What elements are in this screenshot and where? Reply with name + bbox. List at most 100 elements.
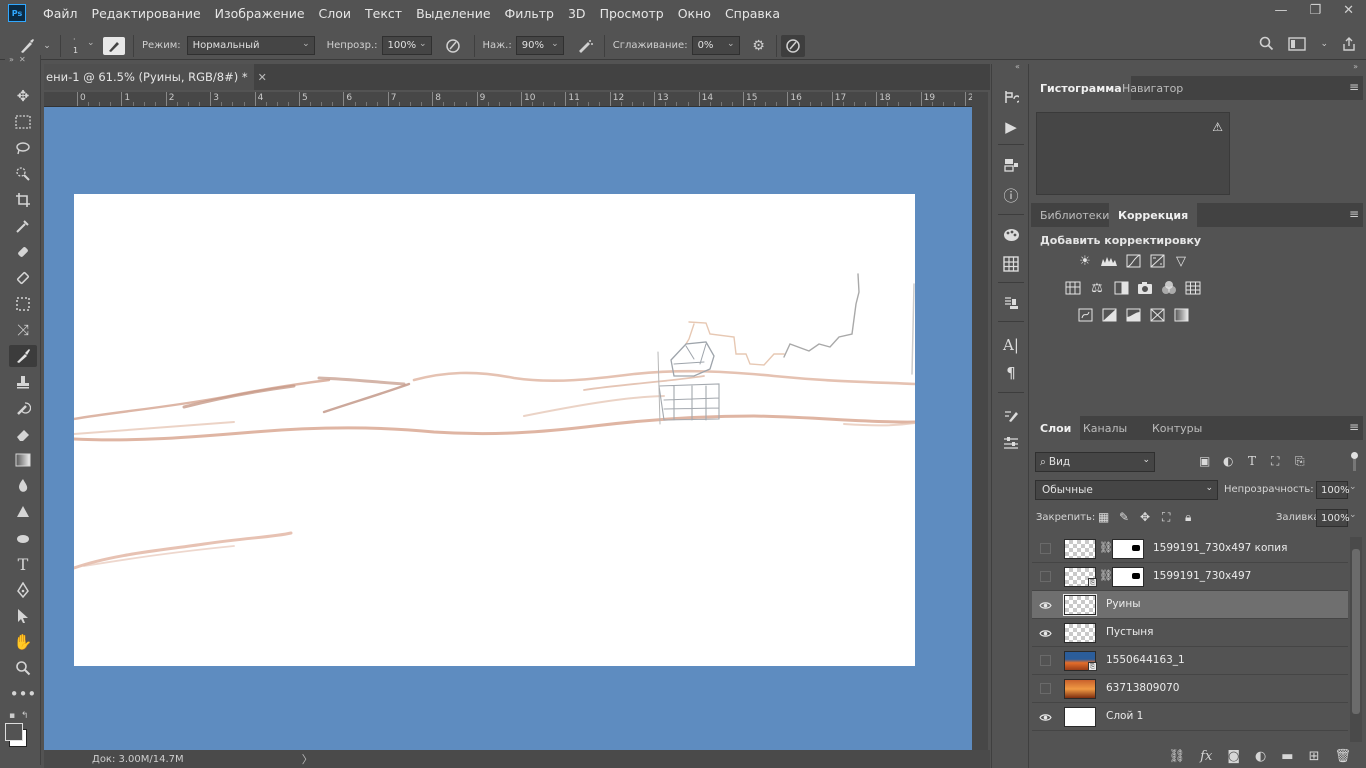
fill-field[interactable]: 100% bbox=[1316, 509, 1350, 527]
visibility-toggle[interactable] bbox=[1040, 683, 1051, 694]
healing-icon[interactable] bbox=[9, 241, 37, 263]
brush-preset-icon[interactable] bbox=[12, 37, 42, 55]
clone-source-icon[interactable] bbox=[998, 292, 1024, 314]
grid-icon[interactable] bbox=[998, 253, 1024, 275]
brush-panel-toggle[interactable] bbox=[103, 36, 125, 55]
menu-layers[interactable]: Слои bbox=[312, 6, 359, 21]
workspace-icon[interactable] bbox=[1288, 36, 1307, 51]
eye-icon[interactable] bbox=[1038, 711, 1052, 723]
menu-edit[interactable]: Редактирование bbox=[85, 6, 208, 21]
black-white-icon[interactable] bbox=[1112, 280, 1130, 296]
gradient-icon[interactable] bbox=[9, 449, 37, 471]
foreground-color-swatch[interactable] bbox=[5, 723, 23, 741]
mode-select[interactable]: Нормальный ⌄ bbox=[186, 36, 315, 55]
brightness-icon[interactable]: ☀ bbox=[1076, 253, 1094, 269]
chevron-down-icon[interactable]: ⌄ bbox=[42, 41, 52, 51]
history-icon[interactable] bbox=[998, 86, 1024, 108]
paragraph-icon[interactable]: ¶ bbox=[998, 362, 1024, 384]
warning-icon[interactable]: ⚠ bbox=[1212, 120, 1223, 134]
expand-dock-icon[interactable]: « bbox=[1015, 62, 1020, 71]
type-icon[interactable]: T bbox=[9, 553, 37, 575]
brush-icon[interactable] bbox=[9, 345, 37, 367]
tab-layers[interactable]: Слои bbox=[1031, 416, 1081, 440]
new-adjustment-layer-icon[interactable]: ◐ bbox=[1255, 749, 1266, 764]
blend-mode-select[interactable]: Обычные ⌄ bbox=[1035, 480, 1218, 500]
lock-transparency-icon[interactable]: ▦ bbox=[1098, 510, 1109, 524]
new-group-icon[interactable]: ▬ bbox=[1281, 749, 1293, 764]
quick-select-icon[interactable] bbox=[9, 163, 37, 185]
exposure-icon[interactable] bbox=[1148, 253, 1166, 269]
threshold-icon[interactable] bbox=[1124, 307, 1142, 323]
mask-link-icon[interactable]: ⛓ bbox=[1099, 541, 1113, 554]
vibrance-icon[interactable]: ▽ bbox=[1172, 253, 1190, 269]
chevron-down-icon[interactable]: ⌄ bbox=[1320, 39, 1328, 49]
more-tools-icon[interactable]: ••• bbox=[9, 683, 37, 705]
actions-play-icon[interactable]: ▶ bbox=[998, 116, 1024, 138]
info-icon[interactable]: ⓘ bbox=[998, 184, 1024, 206]
visibility-toggle[interactable] bbox=[1040, 543, 1051, 554]
character-icon[interactable]: A| bbox=[998, 334, 1024, 356]
menu-window[interactable]: Окно bbox=[671, 6, 718, 21]
lasso-icon[interactable] bbox=[9, 137, 37, 159]
levels-icon[interactable] bbox=[1100, 253, 1118, 269]
document-tab[interactable]: ени-1 @ 61.5% (Руины, RGB/8#) * ✕ bbox=[44, 64, 267, 90]
lock-position-icon[interactable]: ✥ bbox=[1140, 510, 1150, 524]
lock-image-icon[interactable]: ✎ bbox=[1119, 510, 1129, 524]
document-canvas[interactable] bbox=[72, 194, 917, 666]
filter-shape-icon[interactable]: ⛶ bbox=[1271, 454, 1279, 469]
tab-libraries[interactable]: Библиотеки bbox=[1031, 203, 1118, 227]
panel-menu-icon[interactable]: ≡ bbox=[1349, 80, 1359, 94]
restore-button[interactable]: ❐ bbox=[1309, 3, 1321, 18]
curves-icon[interactable] bbox=[1124, 253, 1142, 269]
tab-adjustments[interactable]: Коррекция bbox=[1109, 203, 1198, 227]
search-icon[interactable] bbox=[1259, 36, 1274, 51]
status-expand-icon[interactable]: 〉 bbox=[302, 751, 313, 767]
eye-icon[interactable] bbox=[1038, 599, 1052, 611]
stamp-icon[interactable] bbox=[9, 371, 37, 393]
menu-select[interactable]: Выделение bbox=[409, 6, 497, 21]
menu-filter[interactable]: Фильтр bbox=[498, 6, 561, 21]
layer-filter-select[interactable]: ⌕ Вид ⌄ bbox=[1035, 452, 1155, 472]
collapse-panels-icon[interactable]: » bbox=[1353, 62, 1358, 71]
swatches-palette-icon[interactable] bbox=[998, 224, 1024, 246]
layer-thumbnail[interactable] bbox=[1064, 623, 1096, 643]
layer-style-fx-icon[interactable]: fx bbox=[1200, 749, 1212, 764]
filter-pixel-icon[interactable]: ▣ bbox=[1199, 454, 1210, 468]
layer-thumbnail[interactable] bbox=[1064, 679, 1096, 699]
chevron-down-icon[interactable]: ⌄ bbox=[1349, 482, 1357, 492]
layer-mask-thumbnail[interactable] bbox=[1112, 567, 1144, 587]
tab-paths[interactable]: Контуры bbox=[1143, 416, 1211, 440]
marquee-icon[interactable] bbox=[9, 111, 37, 133]
new-layer-icon[interactable]: ⊞ bbox=[1309, 749, 1320, 764]
brush-size-picker[interactable]: 1 · ⌄ bbox=[61, 33, 101, 59]
channel-mixer-icon[interactable] bbox=[1160, 280, 1178, 296]
posterize-icon[interactable] bbox=[1100, 307, 1118, 323]
layer-row[interactable]: Пустыня bbox=[1032, 619, 1348, 647]
chevron-down-icon[interactable]: ⌄ bbox=[1349, 510, 1357, 520]
layer-thumbnail[interactable] bbox=[1064, 707, 1096, 727]
redeye-icon[interactable]: ⤨ bbox=[9, 319, 37, 341]
filter-type-icon[interactable]: T bbox=[1248, 454, 1256, 468]
layer-thumbnail[interactable] bbox=[1064, 539, 1096, 559]
share-icon[interactable] bbox=[1342, 36, 1356, 51]
menu-file[interactable]: Файл bbox=[36, 6, 85, 21]
layer-mask-thumbnail[interactable] bbox=[1112, 539, 1144, 559]
color-balance-icon[interactable]: ⚖ bbox=[1088, 280, 1106, 296]
layers-scrollbar[interactable] bbox=[1350, 537, 1362, 742]
pressure-field[interactable]: 90% ⌄ bbox=[515, 36, 564, 55]
panel-menu-icon[interactable]: ≡ bbox=[1349, 207, 1359, 221]
layer-row[interactable]: 63713809070 bbox=[1032, 675, 1348, 703]
add-mask-icon[interactable]: ◙ bbox=[1227, 749, 1240, 764]
layer-thumbnail[interactable] bbox=[1063, 594, 1097, 616]
airbrush-icon[interactable] bbox=[572, 38, 598, 54]
selective-color-icon[interactable] bbox=[1148, 307, 1166, 323]
tab-navigator[interactable]: Навигатор bbox=[1113, 76, 1192, 100]
smoothing-field[interactable]: 0% ⌄ bbox=[691, 36, 740, 55]
visibility-toggle[interactable] bbox=[1040, 571, 1051, 582]
layer-opacity-field[interactable]: 100% bbox=[1316, 481, 1350, 499]
color-lookup-icon[interactable] bbox=[1184, 280, 1202, 296]
properties-3d-icon[interactable] bbox=[998, 154, 1024, 176]
pressure-opacity-icon[interactable] bbox=[440, 38, 466, 54]
dodge-icon[interactable] bbox=[9, 501, 37, 523]
canvas-vertical-scrollbar[interactable] bbox=[972, 92, 988, 750]
